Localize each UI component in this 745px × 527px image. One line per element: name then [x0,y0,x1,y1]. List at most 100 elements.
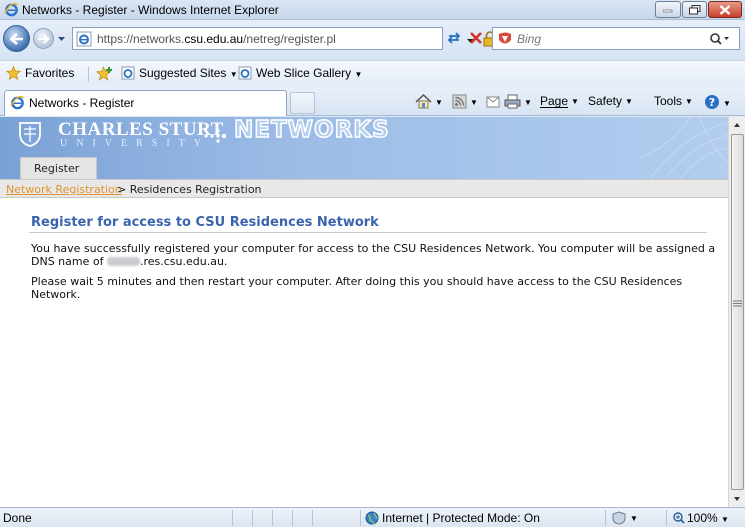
url-text: https://networks.csu.edu.au/netreg/regis… [97,32,336,46]
separator [272,510,273,526]
page-menu[interactable]: Page ▼ [540,94,579,108]
chevron-down-icon: ▼ [571,97,579,106]
ie-logo-icon [10,95,25,110]
page-title: Register for access to CSU Residences Ne… [31,215,379,230]
ie-page-icon [238,66,252,80]
title-bar: Networks - Register - Windows Internet E… [0,0,745,20]
refresh-icon[interactable] [446,30,462,46]
search-box[interactable]: Bing [492,27,740,50]
vertical-scrollbar[interactable] [728,117,745,507]
zoom-icon [673,512,685,524]
command-bar: Networks - Register ▼ ▼ ▼ Page ▼ Safety ▼ … [0,86,745,116]
close-icon [719,4,731,15]
new-tab-button[interactable] [290,92,315,114]
scroll-up-icon[interactable] [729,117,745,133]
search-placeholder: Bing [517,32,542,46]
instructions-message: Please wait 5 minutes and then restart y… [31,275,683,301]
address-bar[interactable]: https://networks.csu.edu.au/netreg/regis… [72,27,515,50]
redacted-hostname [106,257,140,266]
suggested-sites-link[interactable]: Suggested Sites ▼ [121,66,238,80]
window-title: Networks - Register - Windows Internet E… [22,3,279,17]
web-slice-gallery-link[interactable]: Web Slice Gallery ▼ [238,66,362,80]
add-to-favorites-button[interactable] [95,66,118,81]
restore-button[interactable] [682,1,707,18]
status-text: Done [3,511,32,525]
chevron-down-icon: ▼ [435,98,443,107]
breadcrumb-current: > Residences Registration [117,183,262,196]
ie-logo-icon [4,2,19,17]
dots-graphic [204,129,227,143]
chevron-down-icon: ▼ [721,515,729,524]
web-page: CHARLES STURT UNIVERSITY NETWORKS Regist… [0,117,728,507]
decorative-pattern [640,117,728,179]
home-button[interactable]: ▼ [415,93,443,109]
forward-button[interactable] [33,28,54,49]
breadcrumb-link-network-registration[interactable]: Network Registration [6,183,122,196]
breadcrumb: Network Registration > Residences Regist… [0,179,728,198]
success-message: You have successfully registered your co… [31,242,716,268]
chevron-down-icon: ▼ [524,98,532,107]
mail-icon [486,96,500,108]
tab-label: Networks - Register [29,96,135,110]
add-favorite-icon [95,66,112,81]
chevron-down-icon: ▼ [685,97,693,106]
bing-icon [499,32,511,44]
separator [360,510,361,526]
university-subtitle: UNIVERSITY [60,138,210,149]
grip-icon [733,300,742,307]
feeds-icon [452,94,467,109]
separator [232,510,233,526]
navigation-bar: https://networks.csu.edu.au/netreg/regis… [0,20,745,60]
favorites-button[interactable]: Favorites [5,65,74,81]
back-button[interactable] [3,25,30,52]
separator [292,510,293,526]
chevron-down-icon: ▼ [625,97,633,106]
printer-icon [504,94,521,109]
shield-icon [612,511,626,525]
tab-register[interactable]: Register [20,157,97,179]
chevron-down-icon: ▼ [723,99,731,108]
scrollbar-thumb[interactable] [731,134,744,490]
minimize-icon [663,9,673,12]
forward-arrow-icon [38,33,49,44]
globe-icon [365,511,379,525]
recent-pages-dropdown-icon[interactable] [57,34,66,43]
svg-text:?: ? [709,96,715,109]
star-icon [5,65,22,81]
divider [29,232,707,233]
site-banner: CHARLES STURT UNIVERSITY NETWORKS Regist… [0,117,728,179]
print-button[interactable]: ▼ [504,94,532,109]
university-crest-icon [19,122,41,147]
chevron-down-icon: ▼ [470,98,478,107]
security-zone[interactable]: Internet | Protected Mode: On [365,511,540,525]
tab-networks-register[interactable]: Networks - Register [4,90,287,116]
separator [312,510,313,526]
help-icon: ? [705,95,719,109]
chevron-down-icon: ▼ [229,70,238,79]
page-ie-icon [76,31,92,47]
close-button[interactable] [708,1,742,18]
minimize-button[interactable] [655,1,681,18]
home-icon [415,93,432,109]
stop-icon[interactable] [468,30,484,46]
read-mail-button[interactable] [486,94,500,108]
networks-logo-text: NETWORKS [233,117,390,144]
tools-menu[interactable]: Tools ▼ [654,94,693,108]
safety-menu[interactable]: Safety ▼ [588,94,633,108]
back-arrow-icon [9,32,23,45]
protected-mode-button[interactable]: ▼ [612,511,638,525]
ie-page-icon [121,66,135,80]
separator [88,67,89,82]
separator [666,510,667,526]
chevron-down-icon: ▼ [354,70,363,79]
zoom-level[interactable]: 100% ▼ [673,511,729,525]
scroll-down-icon[interactable] [729,491,745,507]
help-button[interactable]: ? ▼ [704,94,731,110]
feeds-button[interactable]: ▼ [452,94,478,109]
separator [252,510,253,526]
restore-icon [688,4,700,14]
tab-register-label: Register [34,162,80,175]
separator [605,510,606,526]
search-icon[interactable] [709,32,729,46]
chevron-down-icon: ▼ [630,514,638,523]
